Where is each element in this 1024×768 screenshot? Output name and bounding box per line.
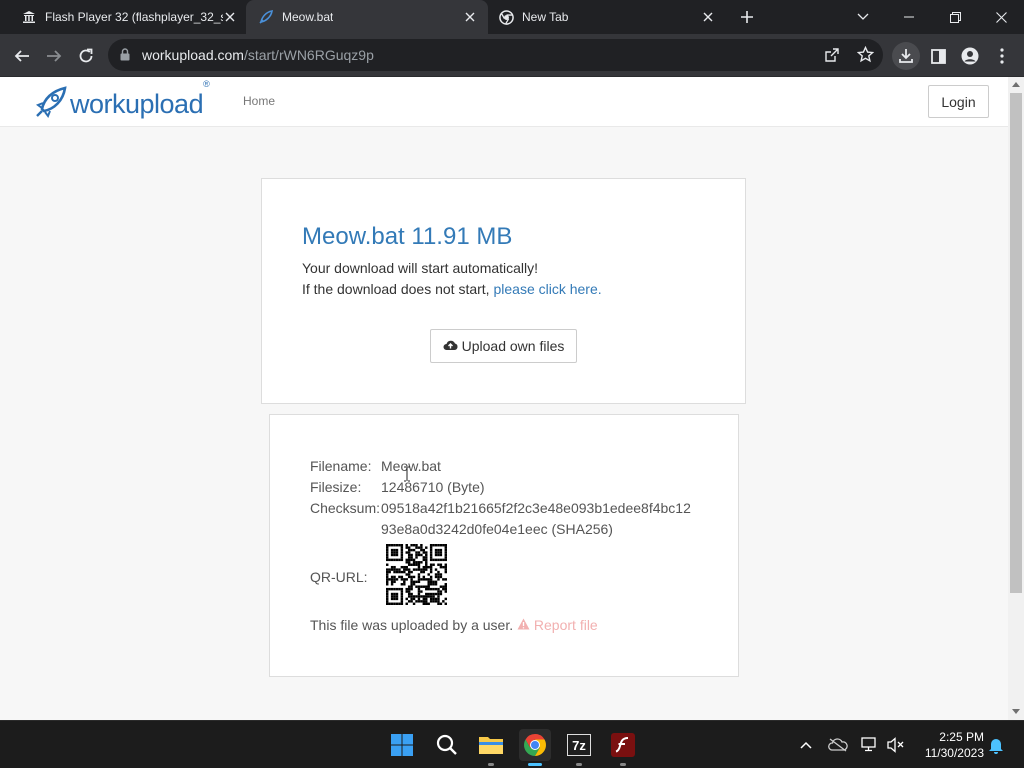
workupload-rocket-icon: [258, 9, 274, 25]
tab-new-tab[interactable]: New Tab: [488, 0, 726, 34]
site-navbar: workupload® Home Login: [0, 77, 1008, 127]
notification-bell-icon[interactable]: [986, 735, 1006, 755]
running-indicator: [576, 763, 582, 766]
warning-triangle-icon: [517, 617, 530, 633]
tab-flash-player[interactable]: Flash Player 32 (flashplayer_32_sa: [0, 0, 246, 34]
login-button[interactable]: Login: [928, 85, 989, 118]
browser-toolbar: workupload.com/start/rWN6RGuqz9p: [0, 34, 1024, 77]
back-icon[interactable]: [8, 42, 36, 70]
fallback-text: If the download does not start,: [302, 281, 494, 297]
bookmark-star-icon[interactable]: [856, 45, 875, 68]
file-explorer-icon[interactable]: [475, 729, 507, 766]
close-tab-icon[interactable]: [462, 9, 478, 25]
upload-button-label: Upload own files: [461, 338, 565, 354]
click-here-link[interactable]: please click here.: [493, 281, 601, 297]
side-panel-icon[interactable]: [924, 42, 952, 70]
registered-mark: ®: [203, 79, 210, 89]
forward-icon[interactable]: [40, 42, 68, 70]
qr-url-label: QR-URL:: [310, 569, 368, 585]
svg-text:7z: 7z: [572, 738, 586, 753]
7zip-icon[interactable]: 7z: [563, 729, 595, 766]
restore-icon[interactable]: [932, 0, 978, 34]
checksum-value-line1: 09518a42f1b21665f2f2c3e48e093b1edee8f4bc…: [381, 500, 691, 516]
web-page: workupload® Home Login Meow.bat 11.91 MB…: [0, 77, 1008, 720]
brand-wordmark: workupload®: [70, 79, 210, 120]
new-tab-button[interactable]: [735, 5, 759, 29]
scrollbar-thumb[interactable]: [1010, 93, 1022, 593]
page-scrollbar[interactable]: [1008, 77, 1024, 720]
search-icon[interactable]: [431, 729, 463, 761]
download-card: Meow.bat 11.91 MB Your download will sta…: [261, 178, 746, 404]
close-window-icon[interactable]: [978, 0, 1024, 34]
reload-icon[interactable]: [72, 42, 100, 70]
url-path: /start/rWN6RGuqz9p: [243, 47, 374, 63]
start-icon[interactable]: [386, 729, 418, 761]
lock-icon[interactable]: [120, 48, 130, 66]
share-icon[interactable]: [824, 47, 840, 68]
tab-title: Flash Player 32 (flashplayer_32_sa: [45, 10, 223, 24]
fallback-message: If the download does not start, please c…: [302, 281, 602, 297]
filename-label: Filename:: [310, 458, 372, 474]
clock-date: 11/30/2023: [924, 746, 984, 760]
downloads-icon[interactable]: [892, 42, 920, 70]
tab-search-icon[interactable]: [840, 0, 886, 34]
tab-title: Meow.bat: [282, 10, 334, 24]
tab-meow[interactable]: Meow.bat: [246, 0, 488, 34]
cloud-upload-icon: [443, 338, 458, 354]
url-host: workupload.com: [142, 47, 244, 63]
report-file-label: Report file: [533, 617, 598, 633]
brand-name: workupload: [70, 89, 204, 119]
checksum-value-line2: 93e8a0d3242d0fe04e1eec (SHA256): [381, 521, 613, 537]
taskbar-clock[interactable]: 2:25 PM 11/30/2023: [912, 729, 984, 761]
network-icon[interactable]: [860, 735, 880, 755]
tab-strip: Flash Player 32 (flashplayer_32_sa Meow.…: [0, 0, 1024, 34]
uploaded-by-text: This file was uploaded by a user.: [310, 617, 514, 633]
url-text: workupload.com/start/rWN6RGuqz9p: [142, 47, 374, 63]
rocket-logo-icon: [34, 85, 68, 124]
clock-time: 2:25 PM: [939, 730, 984, 744]
profile-icon[interactable]: [956, 42, 984, 70]
onedrive-icon[interactable]: [828, 735, 848, 755]
running-indicator: [488, 763, 494, 766]
file-heading: Meow.bat 11.91 MB: [302, 223, 513, 250]
flash-player-icon[interactable]: [607, 729, 639, 766]
auto-download-message: Your download will start automatically!: [302, 260, 539, 276]
scroll-up-icon[interactable]: [1012, 82, 1020, 87]
report-file-link[interactable]: Report file: [517, 617, 598, 633]
minimize-icon[interactable]: [886, 0, 932, 34]
running-indicator: [620, 763, 626, 766]
menu-kebab-icon[interactable]: [988, 42, 1016, 70]
address-bar[interactable]: workupload.com/start/rWN6RGuqz9p: [108, 39, 883, 71]
chrome-icon: [498, 9, 514, 25]
qr-code: [386, 544, 447, 605]
filesize-value: 12486710 (Byte): [381, 479, 485, 495]
running-indicator: [528, 763, 542, 766]
close-tab-icon[interactable]: [700, 9, 716, 25]
tray-overflow-icon[interactable]: [796, 735, 816, 755]
text-cursor-icon: [403, 466, 411, 487]
scroll-down-icon[interactable]: [1012, 709, 1020, 714]
windows-taskbar: 7z 2:25 PM 11/30/2023: [0, 720, 1024, 768]
archive-icon: [21, 9, 37, 25]
checksum-label: Checksum:: [310, 500, 381, 516]
uploader-note: This file was uploaded by a user. Report…: [310, 617, 598, 633]
file-details-card: Filename: Meow.bat Filesize: 12486710 (B…: [269, 414, 739, 677]
nav-home-link[interactable]: Home: [243, 94, 275, 108]
close-tab-icon[interactable]: [222, 9, 238, 25]
volume-muted-icon[interactable]: [886, 735, 906, 755]
tab-title: New Tab: [522, 10, 569, 24]
upload-own-files-button[interactable]: Upload own files: [430, 329, 577, 363]
workupload-logo[interactable]: workupload®: [34, 79, 210, 124]
filesize-label: Filesize:: [310, 479, 362, 495]
chrome-icon[interactable]: [519, 729, 551, 766]
